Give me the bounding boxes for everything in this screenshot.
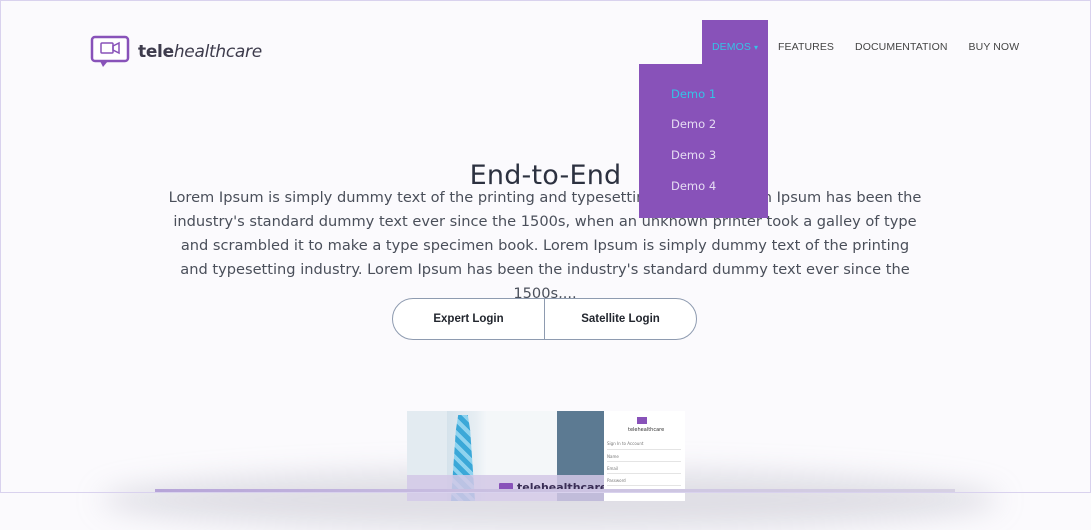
logo[interactable]: telehealthcare <box>90 35 262 69</box>
login-button-group: Expert Login Satellite Login <box>392 298 697 340</box>
demos-dropdown-menu: Demo 1 Demo 2 Demo 3 Demo 4 <box>639 64 768 218</box>
dropdown-item-demo-4[interactable]: Demo 4 <box>671 179 716 193</box>
video-camera-chat-icon <box>90 35 130 69</box>
dropdown-item-demo-3[interactable]: Demo 3 <box>671 148 716 162</box>
nav-item-demos[interactable]: DEMOS ▾ <box>702 20 768 64</box>
preview-bottom-bar <box>155 489 955 493</box>
preview-form-label: Password <box>607 478 626 483</box>
logo-text-light: healthcare <box>173 42 262 62</box>
nav-item-label: DEMOS <box>712 41 752 53</box>
dropdown-item-demo-2[interactable]: Demo 2 <box>671 117 716 131</box>
hero-description: Lorem Ipsum is simply dummy text of the … <box>168 189 922 302</box>
nav-item-features[interactable]: FEATURES <box>778 20 834 64</box>
nav-item-buy-now[interactable]: BUY NOW <box>969 20 1020 64</box>
chevron-down-icon: ▾ <box>754 43 759 52</box>
preview-form-brand: telehealthcare <box>628 427 665 433</box>
logo-text: telehealthcare <box>138 42 262 62</box>
preview-form-logo-icon <box>637 417 647 424</box>
logo-text-bold: tele <box>138 42 174 62</box>
dropdown-item-demo-1[interactable]: Demo 1 <box>671 87 716 101</box>
preview-form-heading: Sign In to Account <box>607 441 644 446</box>
nav-item-documentation[interactable]: DOCUMENTATION <box>855 20 948 64</box>
app-preview-image: telehealthcare telehealthcare Sign In to… <box>407 411 685 501</box>
preview-form-label: Name <box>607 454 619 459</box>
preview-login-form: telehealthcare Sign In to Account Name E… <box>604 411 685 501</box>
preview-form-label: Email <box>607 466 619 471</box>
main-nav: DEMOS ▾ FEATURES DOCUMENTATION BUY NOW <box>702 20 1019 64</box>
satellite-login-button[interactable]: Satellite Login <box>545 299 696 339</box>
expert-login-button[interactable]: Expert Login <box>393 299 545 339</box>
